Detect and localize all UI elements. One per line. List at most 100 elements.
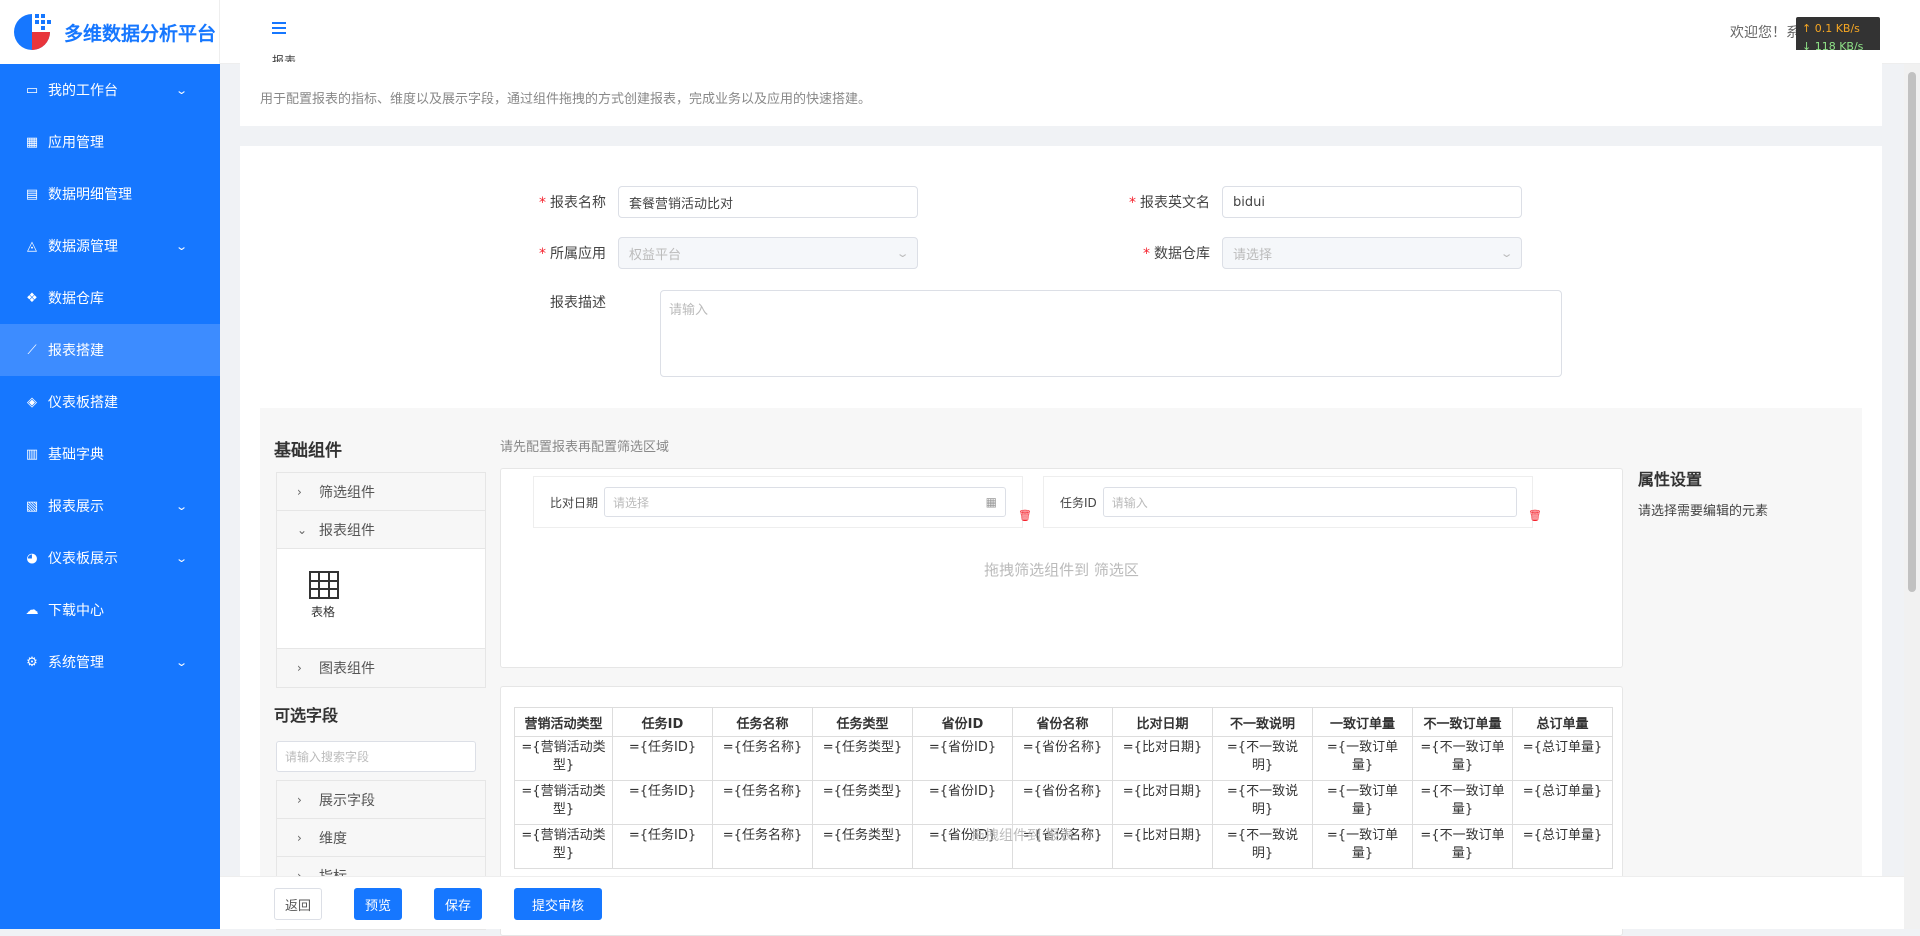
- sidebar-item-report-display[interactable]: ▧ 报表展示 ⌄: [0, 480, 220, 532]
- menu-toggle-icon[interactable]: [272, 18, 292, 38]
- save-button[interactable]: 保存: [434, 888, 482, 920]
- table-cell[interactable]: ={不一致说明}: [1212, 736, 1313, 781]
- table-cell[interactable]: ={不一致订单量}: [1412, 780, 1513, 825]
- table-cell[interactable]: ={任务名称}: [712, 824, 813, 869]
- table-cell[interactable]: ={任务类型}: [812, 736, 913, 781]
- table-cell[interactable]: ={总订单量}: [1512, 736, 1613, 781]
- table-cell[interactable]: ={任务类型}: [812, 824, 913, 869]
- submit-review-button[interactable]: 提交审核: [514, 888, 602, 920]
- sidebar-item-label: 仪表板展示: [48, 551, 118, 567]
- sidebar-item-dashboard-display[interactable]: ◕ 仪表板展示 ⌄: [0, 532, 220, 584]
- table-cell[interactable]: ={总订单量}: [1512, 824, 1613, 869]
- table-cell[interactable]: ={比对日期}: [1112, 736, 1213, 781]
- filter-task-label: 任务ID: [1060, 495, 1097, 510]
- display-fields-group[interactable]: › 展示字段: [277, 781, 485, 819]
- report-components-group[interactable]: ⌄ 报表组件: [277, 511, 485, 549]
- table-cell[interactable]: ={任务名称}: [712, 780, 813, 825]
- chevron-down-icon: ⌄: [174, 655, 188, 669]
- sidebar-item-dashboard-build[interactable]: ◈ 仪表板搭建: [0, 376, 220, 428]
- table-cell[interactable]: ={任务ID}: [612, 780, 713, 825]
- table-header-cell[interactable]: 总订单量: [1512, 707, 1613, 737]
- settings-icon: ⚙: [26, 654, 38, 670]
- filter-date-placeholder: 请选择: [613, 495, 650, 510]
- table-header-cell[interactable]: 任务名称: [712, 707, 813, 737]
- table-header-cell[interactable]: 省份名称: [1012, 707, 1113, 737]
- chevron-right-icon: ›: [297, 792, 302, 807]
- table-cell[interactable]: ={不一致订单量}: [1412, 736, 1513, 781]
- table-cell[interactable]: ={一致订单量}: [1312, 824, 1413, 869]
- table-cell[interactable]: ={比对日期}: [1112, 824, 1213, 869]
- table-cell[interactable]: ={不一致说明}: [1212, 780, 1313, 825]
- preview-button[interactable]: 预览: [354, 888, 402, 920]
- sidebar-item-dictionary[interactable]: ▥ 基础字典: [0, 428, 220, 480]
- table-header-cell[interactable]: 比对日期: [1112, 707, 1213, 737]
- filter-item-task[interactable]: 任务ID 请输入 🗑: [1043, 476, 1542, 528]
- scrollbar-thumb[interactable]: [1908, 72, 1916, 592]
- table-cell[interactable]: ={不一致说明}: [1212, 824, 1313, 869]
- page-scrollbar[interactable]: [1904, 64, 1920, 929]
- field-search-input[interactable]: 请输入搜索字段: [276, 741, 476, 772]
- report-name-input[interactable]: 套餐营销活动比对: [618, 186, 918, 218]
- table-cell[interactable]: ={任务ID}: [612, 736, 713, 781]
- sidebar-item-label: 报表展示: [48, 499, 104, 515]
- table-cell[interactable]: ={比对日期}: [1112, 780, 1213, 825]
- desc-textarea[interactable]: 请输入: [660, 290, 1562, 377]
- table-cell[interactable]: ={一致订单量}: [1312, 780, 1413, 825]
- filter-date-picker[interactable]: 请选择 ▦: [604, 487, 1007, 517]
- table-cell[interactable]: ={营销活动类型}: [514, 780, 613, 825]
- filter-components-group[interactable]: › 筛选组件: [277, 473, 485, 511]
- dimension-group[interactable]: › 维度: [277, 819, 485, 857]
- table-header-cell[interactable]: 任务ID: [612, 707, 713, 737]
- sidebar-item-data-detail[interactable]: ▤ 数据明细管理: [0, 168, 220, 220]
- back-button[interactable]: 返回: [274, 888, 322, 920]
- chevron-down-icon: ⌄: [895, 246, 910, 260]
- dictionary-icon: ▥: [25, 446, 39, 462]
- table-cell[interactable]: ={营销活动类型}: [514, 736, 613, 781]
- table-cell[interactable]: ={省份ID}: [912, 780, 1013, 825]
- form-row-warehouse: * 数据仓库 请选择 ⌄: [1124, 237, 1522, 269]
- filter-task-input[interactable]: 请输入: [1102, 487, 1517, 517]
- table-cell[interactable]: ={一致订单量}: [1312, 736, 1413, 781]
- sidebar-item-label: 仪表板搭建: [48, 395, 118, 411]
- app-select[interactable]: 权益平台 ⌄: [618, 237, 918, 269]
- table-header-cell[interactable]: 省份ID: [912, 707, 1013, 737]
- table-cell[interactable]: ={不一致订单量}: [1412, 824, 1513, 869]
- line-chart-icon: ⟋: [27, 342, 37, 358]
- sidebar-item-download[interactable]: ☁ 下载中心: [0, 584, 220, 636]
- sidebar: 多维数据分析平台 ▭ 我的工作台 ⌄ ▦ 应用管理 ▤ 数据明细管理 ◬ 数据源…: [0, 0, 220, 929]
- table-cell[interactable]: ={省份名称}: [1012, 736, 1113, 781]
- sidebar-item-datasource[interactable]: ◬ 数据源管理 ⌄: [0, 220, 220, 272]
- form-row-app: * 所属应用 权益平台 ⌄: [534, 237, 918, 269]
- filter-item-date[interactable]: 比对日期 请选择 ▦ 🗑: [533, 476, 1032, 528]
- warehouse-placeholder: 请选择: [1233, 247, 1273, 263]
- table-cell[interactable]: ={营销活动类型}: [514, 824, 613, 869]
- table-cell[interactable]: ={任务ID}: [612, 824, 713, 869]
- welcome-text: 欢迎您！系: [1730, 25, 1800, 41]
- monitor-icon: ▭: [25, 82, 39, 98]
- page-header-card: 报表 用于配置报表的指标、维度以及展示字段，通过组件拖拽的方式创建报表，完成业务…: [240, 50, 1882, 126]
- sidebar-item-apps[interactable]: ▦ 应用管理: [0, 116, 220, 168]
- report-en-input[interactable]: bidui: [1222, 186, 1522, 218]
- app-label: * 所属应用: [539, 246, 606, 262]
- sidebar-item-workbench[interactable]: ▭ 我的工作台 ⌄: [0, 64, 220, 116]
- table-drop-hint: 拖拽组件到 报表: [971, 828, 1074, 844]
- delete-icon[interactable]: 🗑: [1018, 509, 1032, 523]
- sidebar-item-warehouse[interactable]: ❖ 数据仓库: [0, 272, 220, 324]
- table-header-cell[interactable]: 一致订单量: [1312, 707, 1413, 737]
- delete-icon[interactable]: 🗑: [1528, 509, 1542, 523]
- table-component[interactable]: 表格: [277, 549, 485, 649]
- filter-drop-zone[interactable]: 比对日期 请选择 ▦ 🗑 任务ID 请输入 🗑 拖拽筛选组件到 筛选区: [500, 468, 1623, 668]
- table-header-cell[interactable]: 不一致订单量: [1412, 707, 1513, 737]
- table-header-cell[interactable]: 营销活动类型: [514, 707, 613, 737]
- table-header-cell[interactable]: 不一致说明: [1212, 707, 1313, 737]
- table-cell[interactable]: ={总订单量}: [1512, 780, 1613, 825]
- chart-components-group[interactable]: › 图表组件: [277, 649, 485, 687]
- table-header-cell[interactable]: 任务类型: [812, 707, 913, 737]
- table-cell[interactable]: ={任务类型}: [812, 780, 913, 825]
- sidebar-item-report-build[interactable]: ⟋ 报表搭建: [0, 324, 220, 376]
- sidebar-item-system[interactable]: ⚙ 系统管理 ⌄: [0, 636, 220, 688]
- table-cell[interactable]: ={省份名称}: [1012, 780, 1113, 825]
- warehouse-select[interactable]: 请选择 ⌄: [1222, 237, 1522, 269]
- table-cell[interactable]: ={省份ID}: [912, 736, 1013, 781]
- table-cell[interactable]: ={任务名称}: [712, 736, 813, 781]
